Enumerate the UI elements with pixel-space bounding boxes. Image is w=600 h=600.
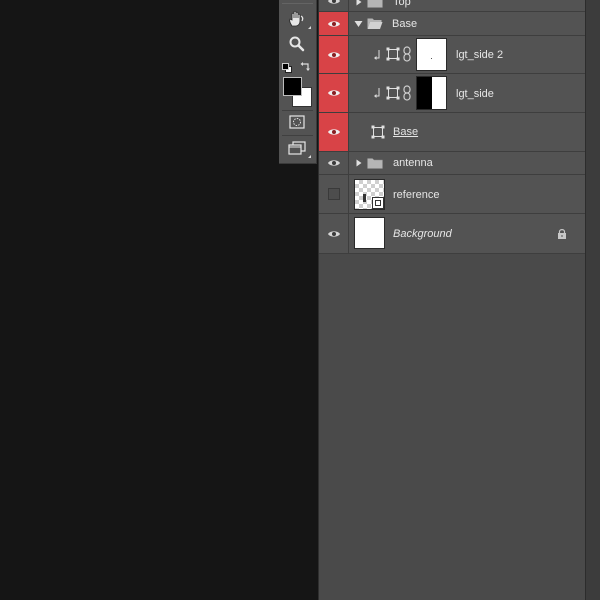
swap-colors-button[interactable]: [300, 59, 311, 71]
panel-side-strip: [585, 0, 600, 600]
visibility-toggle[interactable]: [319, 214, 349, 253]
chevron-right-icon[interactable]: [355, 0, 363, 6]
layers-panel: Top Base lgt_side 2 lgt_side Base antenn…: [318, 0, 586, 600]
visibility-toggle[interactable]: [319, 12, 349, 35]
layer-name: Top: [393, 0, 411, 8]
layer-name: reference: [393, 189, 440, 201]
layer-row-top-group[interactable]: Top: [319, 0, 586, 12]
hand-tool[interactable]: [283, 8, 311, 30]
smart-object-badge-icon: [372, 197, 384, 209]
layer-row-background[interactable]: Background: [319, 214, 586, 254]
layer-name: Base: [392, 18, 418, 30]
default-colors-icon: [282, 63, 292, 73]
clipping-arrow-icon: [374, 50, 380, 60]
eye-icon: [327, 51, 340, 58]
layer-row-lgt-side-2[interactable]: lgt_side 2: [319, 36, 586, 74]
link-icon[interactable]: [403, 85, 411, 101]
zoom-tool[interactable]: [283, 33, 311, 55]
layer-row-base-smart-object[interactable]: Base: [319, 113, 586, 152]
layer-mask-thumbnail[interactable]: [416, 38, 447, 71]
layer-row-reference[interactable]: reference: [319, 175, 586, 214]
layer-mask-thumbnail[interactable]: [416, 76, 447, 110]
visibility-toggle[interactable]: [319, 0, 349, 11]
hidden-visibility-box: [327, 188, 340, 200]
visibility-toggle[interactable]: [319, 175, 349, 213]
layer-name: lgt_side: [456, 88, 494, 100]
folder-icon: [367, 158, 383, 169]
tools-panel: [279, 0, 317, 164]
layer-name: lgt_side 2: [456, 49, 504, 61]
layer-name: Base: [393, 126, 419, 138]
layer-row-lgt-side[interactable]: lgt_side: [319, 74, 586, 113]
eye-icon: [327, 20, 340, 27]
eye-icon: [327, 0, 340, 4]
eye-icon: [327, 230, 340, 237]
layer-thumbnail[interactable]: [354, 179, 385, 210]
layer-thumbnail[interactable]: [354, 217, 385, 249]
smart-object-icon: [386, 47, 400, 61]
visibility-toggle[interactable]: [319, 36, 349, 73]
swap-arrows-icon: [300, 62, 310, 71]
eye-icon: [327, 90, 340, 96]
layer-row-base-group[interactable]: Base: [319, 12, 586, 36]
magnifier-icon: [289, 36, 305, 52]
layer-name: antenna: [393, 157, 433, 169]
quick-mask-button[interactable]: [283, 111, 311, 133]
default-colors-button[interactable]: [282, 60, 292, 73]
layer-row-antenna-group[interactable]: antenna: [319, 152, 586, 175]
visibility-toggle[interactable]: [319, 113, 349, 151]
smart-object-icon: [371, 125, 385, 139]
quick-mask-icon: [289, 115, 305, 129]
tools-divider: [282, 3, 313, 4]
lock-icon: [558, 229, 566, 239]
screen-mode-button[interactable]: [283, 137, 311, 159]
document-canvas[interactable]: [0, 0, 318, 600]
folder-open-icon: [367, 18, 383, 29]
smart-object-icon: [386, 86, 400, 100]
visibility-toggle[interactable]: [319, 74, 349, 112]
hand-icon: [289, 10, 304, 27]
foreground-color-swatch[interactable]: [283, 77, 302, 96]
layer-name: Background: [393, 228, 452, 240]
tools-divider: [282, 135, 313, 136]
chevron-down-icon[interactable]: [354, 20, 363, 28]
chevron-right-icon[interactable]: [355, 159, 363, 167]
screen-mode-icon: [288, 141, 306, 155]
folder-icon: [367, 0, 383, 8]
eye-icon: [327, 160, 340, 166]
eye-icon: [327, 129, 340, 135]
link-icon[interactable]: [403, 46, 411, 62]
clipping-arrow-icon: [374, 88, 380, 98]
visibility-toggle[interactable]: [319, 152, 349, 174]
